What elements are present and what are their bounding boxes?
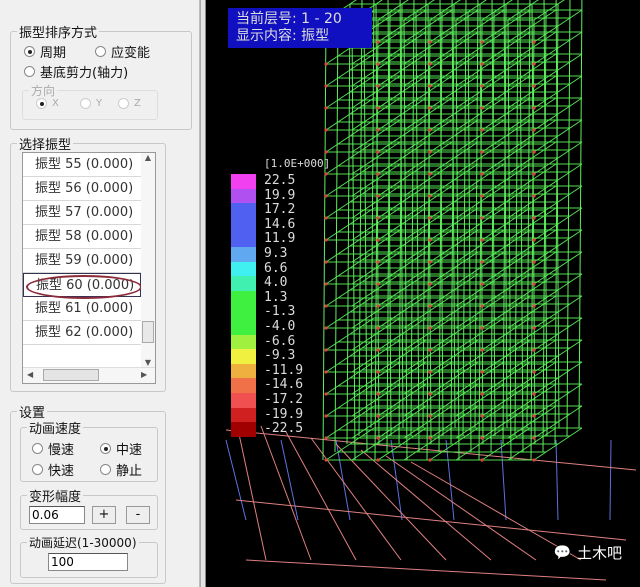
- sort-title: 振型排序方式: [19, 26, 98, 41]
- legend-label: -14.6: [264, 377, 304, 393]
- radio-fast[interactable]: 快速: [32, 460, 74, 479]
- direction-title: 方向: [31, 84, 56, 98]
- amplitude-minus-button[interactable]: -: [126, 506, 150, 524]
- legend-color-band: [231, 276, 256, 292]
- mode-list-item[interactable]: 振型 60 (0.000): [23, 273, 142, 299]
- legend-color-band: [231, 393, 256, 408]
- speed-title: 动画速度: [29, 422, 82, 437]
- radio-label: 快速: [48, 464, 75, 479]
- scroll-right-icon[interactable]: ▶: [141, 370, 147, 379]
- legend-color-band: [231, 188, 256, 204]
- legend-label: 6.6: [264, 260, 288, 276]
- legend-label: 14.6: [264, 216, 296, 232]
- radio-label: Y: [96, 98, 103, 109]
- legend-color-band: [231, 305, 256, 321]
- radio-base-shear[interactable]: 基底剪力(轴力): [24, 62, 128, 81]
- radio-label: 周期: [40, 46, 67, 61]
- legend-label: -4.0: [264, 319, 296, 334]
- scroll-up-icon[interactable]: ▲: [141, 153, 155, 162]
- legend-color-band: [231, 407, 256, 423]
- legend-label: 17.2: [264, 202, 296, 218]
- hscroll-thumb[interactable]: [43, 369, 99, 381]
- radio-slow[interactable]: 慢速: [32, 439, 74, 458]
- model-viewport[interactable]: 当前层号: 1 - 20 显示内容: 振型 [1.0E+000] 22.5 19.…: [206, 0, 640, 587]
- legend-color-band: [231, 378, 256, 394]
- watermark: 💬 土木吧: [554, 542, 622, 563]
- mode-list-item[interactable]: 振型 55 (0.000): [23, 153, 141, 177]
- legend-color-band: [231, 349, 256, 365]
- legend-label: 4.0: [264, 275, 288, 291]
- wechat-icon: 💬: [553, 544, 571, 561]
- scroll-left-icon[interactable]: ◀: [27, 370, 33, 379]
- legend-label: -17.2: [264, 392, 304, 407]
- radio-label: X: [52, 98, 59, 109]
- mode-list-item[interactable]: 振型 61 (0.000): [23, 297, 141, 321]
- legend-color-band: [231, 261, 256, 277]
- mode-list-item[interactable]: 振型 56 (0.000): [23, 177, 141, 201]
- radio-label: 中速: [116, 443, 143, 458]
- mode-title: 选择振型: [19, 138, 72, 153]
- legend-label: -9.3: [264, 348, 296, 364]
- radio-period[interactable]: 周期: [24, 42, 66, 61]
- amplitude-input[interactable]: [29, 506, 85, 524]
- legend-label: -1.3: [264, 304, 296, 320]
- legend-color-band: [231, 232, 256, 248]
- mode-list-item[interactable]: 振型 57 (0.000): [23, 201, 141, 225]
- radio-label: Z: [134, 98, 141, 109]
- legend-color-band: [231, 203, 256, 219]
- radio-static[interactable]: 静止: [100, 460, 142, 479]
- legend-color-band: [231, 290, 256, 306]
- amplitude-plus-button[interactable]: +: [92, 506, 116, 524]
- legend-label: 19.9: [264, 187, 296, 203]
- delay-title: 动画延迟(1-30000): [29, 536, 137, 550]
- legend-label: -6.6: [264, 333, 296, 349]
- mode-list-item[interactable]: 振型 59 (0.000): [23, 249, 141, 273]
- mode-list-item[interactable]: 振型 62 (0.000): [23, 321, 141, 345]
- radio-label: 基底剪力(轴力): [40, 66, 129, 81]
- control-panel: 振型排序方式 周期 应变能 基底剪力(轴力) 方向 X Y Z 选择振型 振型 …: [0, 0, 200, 587]
- radio-x[interactable]: X: [36, 98, 59, 109]
- amplitude-title: 变形幅度: [29, 490, 82, 505]
- legend-label: 22.5: [264, 173, 296, 188]
- vertical-scrollbar[interactable]: ▲ ▼: [141, 153, 155, 369]
- legend-label: 11.9: [264, 231, 296, 247]
- layer-label: 当前层号: 1 - 20: [236, 11, 342, 27]
- legend-unit: [1.0E+000]: [264, 157, 331, 170]
- horizontal-scrollbar[interactable]: ◀ ▶: [23, 367, 155, 383]
- radio-z[interactable]: Z: [118, 98, 141, 109]
- scroll-down-icon[interactable]: ▼: [141, 358, 155, 367]
- legend-color-band: [231, 217, 256, 233]
- legend-label: -11.9: [264, 362, 304, 378]
- legend-color-band: [231, 363, 256, 379]
- mode-list[interactable]: 振型 55 (0.000) 振型 56 (0.000) 振型 57 (0.000) 振…: [22, 152, 156, 384]
- radio-label: 静止: [116, 464, 143, 479]
- legend-color-band: [231, 247, 256, 262]
- legend-label: -22.5: [264, 421, 304, 437]
- legend-color-band: [231, 422, 256, 438]
- radio-y[interactable]: Y: [80, 98, 102, 109]
- scroll-thumb[interactable]: [142, 321, 154, 343]
- legend-color-band: [231, 320, 256, 335]
- radio-medium[interactable]: 中速: [100, 439, 142, 458]
- content-label: 显示内容: 振型: [236, 28, 330, 44]
- legend-color-band: [231, 334, 256, 350]
- watermark-text: 土木吧: [576, 544, 622, 562]
- radio-label: 应变能: [111, 46, 151, 61]
- radio-label: 慢速: [48, 443, 75, 458]
- legend-label: -19.9: [264, 406, 304, 422]
- legend-label: 9.3: [264, 246, 288, 261]
- legend-label: 1.3: [264, 289, 288, 305]
- info-box: 当前层号: 1 - 20 显示内容: 振型: [228, 8, 372, 48]
- legend-color-band: [231, 174, 256, 189]
- delay-input[interactable]: [48, 553, 128, 571]
- mode-list-item[interactable]: 振型 58 (0.000): [23, 225, 141, 249]
- radio-strain-energy[interactable]: 应变能: [95, 42, 150, 61]
